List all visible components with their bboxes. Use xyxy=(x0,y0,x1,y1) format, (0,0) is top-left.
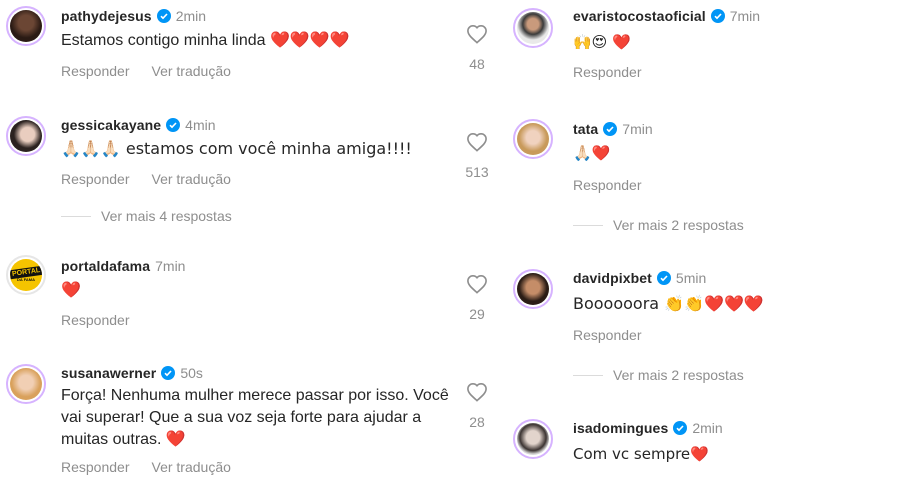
reply-button[interactable]: Responder xyxy=(61,459,130,475)
comment-text: 🙏🏻❤️ xyxy=(573,144,611,162)
comment-text: 🙌😍 ❤️ xyxy=(573,33,631,51)
heart-outline-icon[interactable] xyxy=(466,274,488,294)
reply-button[interactable]: Responder xyxy=(573,64,642,80)
comment-time: 7min xyxy=(729,8,761,24)
comment-username[interactable]: tata xyxy=(573,121,598,137)
avatar[interactable] xyxy=(513,8,553,48)
comment-username[interactable]: portaldafama xyxy=(61,258,150,274)
view-more-replies[interactable]: Ver mais 2 respostas xyxy=(573,217,744,233)
view-more-replies-label[interactable]: Ver mais 4 respostas xyxy=(101,208,232,224)
comment-text: ❤️ xyxy=(61,282,81,299)
right-comment-column: evaristocostaoficial 7min 🙌😍 ❤️ Responde… xyxy=(505,0,923,477)
divider-line xyxy=(573,224,603,226)
avatar-logo-subtext: DA FAMA xyxy=(16,277,36,282)
verified-badge-icon xyxy=(156,9,171,23)
comment-text: Boooooora 👏👏❤️❤️❤️ xyxy=(573,294,764,313)
comment-time: 2min xyxy=(175,8,207,24)
divider-line xyxy=(573,374,603,376)
comment-text: 🙏🏻🙏🏻🙏🏻 estamos com você minha amiga!!!! xyxy=(61,139,412,158)
divider-line xyxy=(61,215,91,217)
comment-time: 7min xyxy=(622,121,653,137)
like-count: 48 xyxy=(469,56,485,72)
avatar[interactable]: PORTAL DA FAMA xyxy=(6,255,46,295)
like-count: 29 xyxy=(469,306,485,322)
avatar-photo xyxy=(517,423,549,455)
reply-button[interactable]: Responder xyxy=(573,327,642,343)
heart-outline-icon[interactable] xyxy=(466,382,488,402)
comment-username[interactable]: isadomingues xyxy=(573,420,668,436)
see-translation-button[interactable]: Ver tradução xyxy=(152,459,231,475)
comment-time: 50s xyxy=(180,365,203,381)
avatar[interactable] xyxy=(6,116,46,156)
avatar-photo xyxy=(10,120,42,152)
left-comment-column: pathydejesus 2min Estamos contigo minha … xyxy=(0,0,500,477)
comment-time: 2min xyxy=(692,420,723,436)
verified-badge-icon xyxy=(603,122,618,136)
avatar[interactable] xyxy=(6,364,46,404)
comment-username[interactable]: pathydejesus xyxy=(61,8,152,24)
comment-time: 5min xyxy=(675,270,707,286)
reply-button[interactable]: Responder xyxy=(61,171,130,187)
like-control: 29 xyxy=(462,274,492,322)
avatar-photo xyxy=(517,273,549,305)
avatar-photo xyxy=(517,12,549,44)
comment-username[interactable]: evaristocostaoficial xyxy=(573,8,706,24)
verified-badge-icon xyxy=(656,271,671,285)
view-more-replies[interactable]: Ver mais 2 respostas xyxy=(573,367,744,383)
see-translation-button[interactable]: Ver tradução xyxy=(152,63,231,79)
view-more-replies[interactable]: Ver mais 4 respostas xyxy=(61,208,232,224)
avatar[interactable] xyxy=(513,419,553,459)
avatar[interactable] xyxy=(513,269,553,309)
like-control: 48 xyxy=(462,24,492,72)
avatar-photo xyxy=(517,123,549,155)
comment-text: Força! Nenhuma mulher merece passar por … xyxy=(61,387,449,448)
like-control: 513 xyxy=(462,132,492,180)
reply-button[interactable]: Responder xyxy=(61,63,130,79)
comment-time: 7min xyxy=(155,258,186,274)
reply-button[interactable]: Responder xyxy=(61,312,130,328)
like-control: 28 xyxy=(462,382,492,430)
comment-username[interactable]: susanawerner xyxy=(61,365,156,381)
see-translation-button[interactable]: Ver tradução xyxy=(152,171,231,187)
reply-button[interactable]: Responder xyxy=(573,177,642,193)
avatar-photo xyxy=(10,368,42,400)
comment-text: Estamos contigo minha linda ❤️❤️❤️❤️ xyxy=(61,32,350,49)
comment-time: 4min xyxy=(185,117,216,133)
verified-badge-icon xyxy=(166,118,181,132)
comment-text: Com vc sempre❤️ xyxy=(573,445,709,463)
verified-badge-icon xyxy=(161,366,176,380)
like-count: 28 xyxy=(469,414,485,430)
verified-badge-icon xyxy=(710,9,725,23)
comment-username[interactable]: gessicakayane xyxy=(61,117,161,133)
view-more-replies-label[interactable]: Ver mais 2 respostas xyxy=(613,367,744,383)
avatar[interactable] xyxy=(6,6,46,46)
view-more-replies-label[interactable]: Ver mais 2 respostas xyxy=(613,217,744,233)
avatar[interactable] xyxy=(513,119,553,159)
heart-outline-icon[interactable] xyxy=(466,132,488,152)
like-count: 513 xyxy=(465,164,489,180)
verified-badge-icon xyxy=(673,421,688,435)
heart-outline-icon[interactable] xyxy=(466,24,488,44)
avatar-photo xyxy=(10,10,42,42)
avatar-logo: PORTAL DA FAMA xyxy=(10,259,42,291)
comment-username[interactable]: davidpixbet xyxy=(573,270,652,286)
